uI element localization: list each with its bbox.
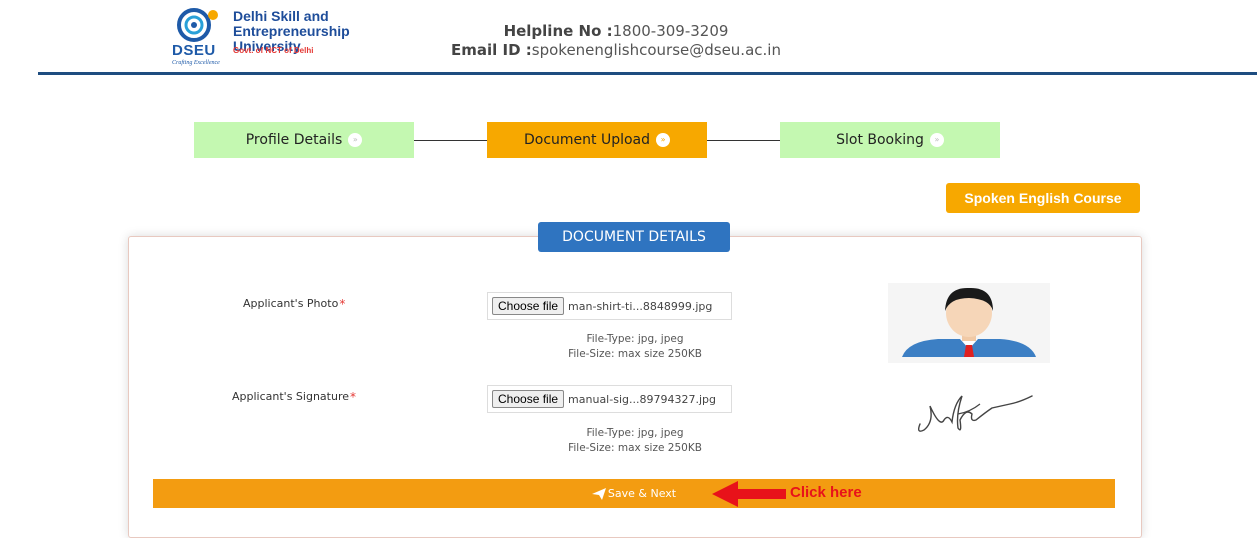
email-line: Email ID :spokenenglishcourse@dseu.ac.in	[416, 41, 816, 60]
file-type-hint: File-Type: jpg, jpeg	[586, 427, 684, 439]
field-label-text: Applicant's Signature	[232, 390, 349, 403]
arrow-left-icon	[712, 481, 786, 507]
signature-file-info: File-Type: jpg, jpeg File-Size: max size…	[487, 426, 783, 456]
send-icon	[591, 487, 606, 500]
required-marker: *	[350, 390, 356, 404]
step-label: Profile Details	[245, 132, 343, 148]
signature-image	[917, 395, 1033, 432]
contact-info: Helpline No :1800-309-3209 Email ID :spo…	[416, 22, 816, 60]
photo-preview	[888, 283, 1050, 363]
spoken-english-course-button[interactable]: Spoken English Course	[946, 183, 1140, 213]
dseu-logo[interactable]: DSEU Crafting Excellence Delhi Skill and…	[170, 6, 410, 68]
section-title: DOCUMENT DETAILS	[538, 222, 730, 252]
photo-file-input[interactable]: Choose file man-shirt-ti...8848999.jpg	[487, 292, 732, 320]
signature-preview	[900, 384, 1040, 444]
file-type-hint: File-Type: jpg, jpeg	[586, 333, 684, 345]
applicant-photo-label: Applicant's Photo*	[243, 297, 345, 311]
selected-file-name: manual-sig...89794327.jpg	[568, 392, 716, 406]
file-size-hint: File-Size: max size 250KB	[568, 442, 702, 454]
logo-name-line1: Delhi Skill and	[233, 8, 329, 24]
click-here-annotation: Click here	[790, 484, 862, 501]
helpline-line: Helpline No :1800-309-3209	[416, 22, 816, 41]
logo-mark-icon	[177, 8, 218, 42]
signature-file-input[interactable]: Choose file manual-sig...89794327.jpg	[487, 385, 732, 413]
avatar-icon	[902, 287, 1036, 357]
save-next-button[interactable]: Save & Next	[153, 479, 1115, 508]
step-document-upload[interactable]: Document Upload »	[487, 122, 707, 158]
header-divider	[38, 72, 1257, 75]
required-marker: *	[339, 297, 346, 311]
chevron-right-icon: »	[656, 133, 671, 147]
save-next-label: Save & Next	[607, 487, 677, 500]
choose-file-button[interactable]: Choose file	[492, 297, 565, 315]
helpline-label: Helpline No :	[503, 22, 613, 40]
applicant-signature-label: Applicant's Signature*	[232, 390, 356, 404]
file-size-hint: File-Size: max size 250KB	[568, 348, 702, 360]
step-label: Slot Booking	[836, 132, 924, 148]
field-label-text: Applicant's Photo	[243, 297, 339, 310]
step-slot-booking[interactable]: Slot Booking »	[780, 122, 1000, 158]
logo-govt-text: Govt. of NCT of Delhi	[233, 46, 314, 55]
email-label: Email ID :	[451, 41, 532, 59]
stepper-connector	[707, 140, 780, 141]
stepper-connector	[414, 140, 487, 141]
logo-tagline: Crafting Excellence	[172, 60, 220, 66]
step-label: Document Upload	[523, 132, 651, 148]
helpline-number: 1800-309-3209	[612, 22, 729, 40]
logo-abbreviation: DSEU	[172, 42, 216, 59]
chevron-right-icon: »	[348, 133, 363, 147]
step-profile-details[interactable]: Profile Details »	[194, 122, 414, 158]
chevron-right-icon: »	[929, 133, 944, 147]
site-header: DSEU Crafting Excellence Delhi Skill and…	[0, 0, 1257, 75]
selected-file-name: man-shirt-ti...8848999.jpg	[568, 299, 713, 313]
choose-file-button[interactable]: Choose file	[492, 390, 565, 408]
photo-file-info: File-Type: jpg, jpeg File-Size: max size…	[487, 332, 783, 362]
email-address: spokenenglishcourse@dseu.ac.in	[531, 41, 781, 59]
